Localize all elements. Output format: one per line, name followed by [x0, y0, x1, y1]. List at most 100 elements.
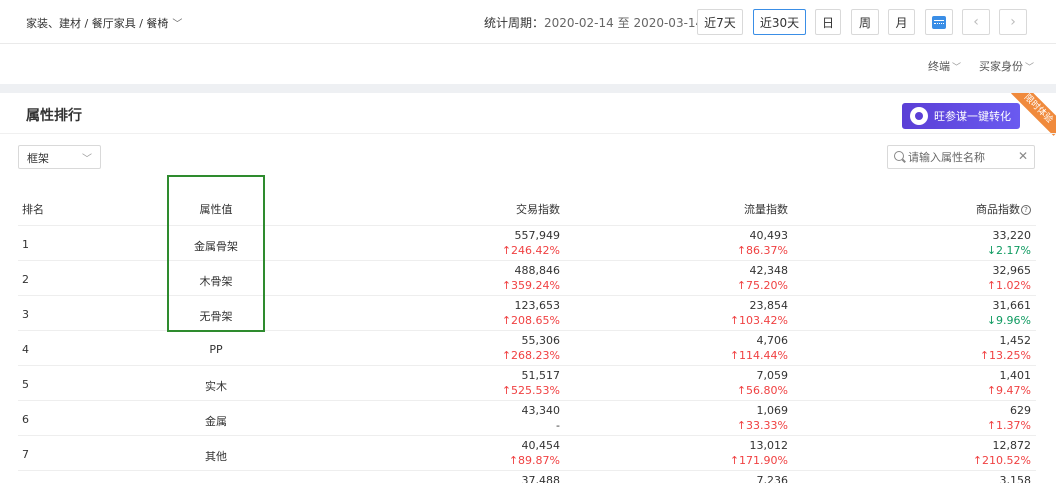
rank-cell: 1: [22, 238, 29, 251]
flow-change-text: 114.44%: [739, 349, 788, 362]
period-sep: 至: [617, 16, 630, 30]
goods-change-text: 13.25%: [989, 349, 1031, 362]
trade-value: 123,653: [514, 299, 561, 312]
header-goods[interactable]: 商品指数?: [900, 201, 1031, 217]
arrow-down-icon: ↓: [986, 314, 997, 327]
goods-change: ↑210.52%: [911, 454, 1031, 467]
arrow-up-icon: ↑: [972, 454, 983, 467]
top-toolbar: 家装、建材 / 餐厅家具 / 餐椅 ﹀ 统计周期：2020-02-14 至 202…: [0, 0, 1056, 44]
help-icon[interactable]: ?: [1021, 205, 1031, 215]
period-start: 2020-02-14: [544, 16, 614, 30]
trade-change-text: 246.42%: [511, 244, 560, 257]
prev-period-button[interactable]: ‹: [962, 9, 990, 35]
rank-cell: 3: [22, 308, 29, 321]
arrow-up-icon: ↑: [729, 454, 740, 467]
flow-change-text: 75.20%: [746, 279, 788, 292]
attribute-search[interactable]: ✕: [887, 145, 1035, 169]
divider: [0, 133, 1056, 134]
trade-change: ↑89.87%: [440, 454, 560, 467]
category-breadcrumb[interactable]: 家装、建材 / 餐厅家具 / 餐椅 ﹀: [26, 15, 182, 31]
goods-value: 33,220: [992, 229, 1032, 242]
rank-cell: 7: [22, 448, 29, 461]
trade-value: 55,306: [521, 334, 561, 347]
goods-value: 1,401: [999, 369, 1032, 382]
arrow-up-icon: ↑: [736, 419, 747, 432]
goods-value: 629: [1010, 404, 1031, 417]
arrow-up-icon: ↑: [501, 384, 512, 397]
flow-change-text: 33.33%: [746, 419, 788, 432]
table-row: 7 其他 40,454 ↑89.87% 13,012 ↑171.90% 12,872 ↑210…: [0, 436, 1056, 471]
attribute-ranking-panel: 属性排行 旺参谋一键转化 限时体验 框架﹀ ✕ 排名 属性值 交易指数 流量指数…: [0, 93, 1056, 483]
chevron-down-icon: ﹀: [952, 63, 962, 73]
header-rank: 排名: [22, 203, 44, 216]
flow-value: 7,236: [756, 474, 789, 483]
flow-value: 42,348: [749, 264, 789, 277]
calendar-button[interactable]: [925, 9, 953, 35]
chevron-down-icon: ﹀: [1025, 63, 1035, 73]
search-input[interactable]: [908, 149, 1012, 165]
flow-change-text: 56.80%: [746, 384, 788, 397]
arrow-up-icon: ↑: [729, 314, 740, 327]
header-trade[interactable]: 交易指数: [440, 201, 560, 217]
flow-change: ↑56.80%: [668, 384, 788, 397]
arrow-up-icon: ↑: [986, 279, 997, 292]
trade-value: 43,340: [521, 404, 561, 417]
trade-value: 37,488: [521, 474, 561, 483]
promo-button[interactable]: 旺参谋一键转化: [902, 103, 1020, 129]
arrow-up-icon: ↑: [729, 349, 740, 362]
attr-cell: PP: [209, 343, 223, 356]
trade-change: ↑525.53%: [440, 384, 560, 397]
flow-change-text: 103.42%: [739, 314, 788, 327]
stat-period: 统计周期：2020-02-14 至 2020-03-14: [484, 14, 703, 31]
goods-change: ↑1.37%: [911, 419, 1031, 432]
trade-change: ↑359.24%: [440, 279, 560, 292]
trade-value: 557,949: [514, 229, 561, 242]
arrow-up-icon: ↑: [986, 384, 997, 397]
header-goods-label: 商品指数: [976, 203, 1020, 216]
arrow-down-icon: ↓: [986, 244, 997, 257]
header-flow[interactable]: 流量指数: [668, 201, 788, 217]
attr-cell: 其他: [205, 450, 227, 463]
day-button[interactable]: 日: [815, 9, 841, 35]
flow-value: 4,706: [756, 334, 789, 347]
attribute-select[interactable]: 框架 ﹀: [18, 145, 101, 169]
next-period-button[interactable]: ›: [999, 9, 1027, 35]
select-value: 框架: [27, 152, 49, 165]
terminal-dropdown[interactable]: 终端 ﹀: [928, 58, 961, 74]
arrow-up-icon: ↑: [501, 279, 512, 292]
goods-change-text: 9.96%: [996, 314, 1031, 327]
goods-change-text: 2.17%: [996, 244, 1031, 257]
buyer-dropdown[interactable]: 买家身份 ﹀: [979, 58, 1034, 74]
week-button[interactable]: 周: [851, 9, 879, 35]
goods-change: ↑13.25%: [911, 349, 1031, 362]
table-row: 6 金属 43,340-1,069 ↑33.33% 629 ↑1.37%: [0, 401, 1056, 436]
goods-change-text: 9.47%: [996, 384, 1031, 397]
promo-label: 旺参谋一键转化: [934, 110, 1011, 123]
search-icon: [894, 151, 904, 161]
trade-value: 51,517: [521, 369, 561, 382]
panel-title: 属性排行: [26, 108, 82, 124]
goods-value: 32,965: [992, 264, 1032, 277]
table-row: 37,488 7,236 3,158: [0, 471, 1056, 483]
last-30-days-button[interactable]: 近30天: [753, 9, 806, 35]
trade-change-text: -: [556, 419, 560, 432]
month-button[interactable]: 月: [888, 9, 915, 35]
trade-change-text: 359.24%: [511, 279, 560, 292]
close-icon[interactable]: ✕: [1018, 149, 1028, 163]
attr-cell: 实木: [205, 380, 227, 393]
rank-cell: 6: [22, 413, 29, 426]
last-7-days-button[interactable]: 近7天: [697, 9, 743, 35]
flow-change-text: 171.90%: [739, 454, 788, 467]
arrow-up-icon: ↑: [501, 244, 512, 257]
goods-change-text: 1.02%: [996, 279, 1031, 292]
arrow-up-icon: ↑: [736, 384, 747, 397]
flow-value: 40,493: [749, 229, 789, 242]
flow-value: 1,069: [756, 404, 789, 417]
chevron-down-icon: ﹀: [82, 154, 92, 165]
rank-cell: 5: [22, 378, 29, 391]
rank-cell: 2: [22, 273, 29, 286]
breadcrumb-text: 家装、建材 / 餐厅家具 / 餐椅: [26, 17, 169, 30]
goods-change: ↑1.02%: [911, 279, 1031, 292]
flow-change-text: 86.37%: [746, 244, 788, 257]
arrow-up-icon: ↑: [501, 349, 512, 362]
